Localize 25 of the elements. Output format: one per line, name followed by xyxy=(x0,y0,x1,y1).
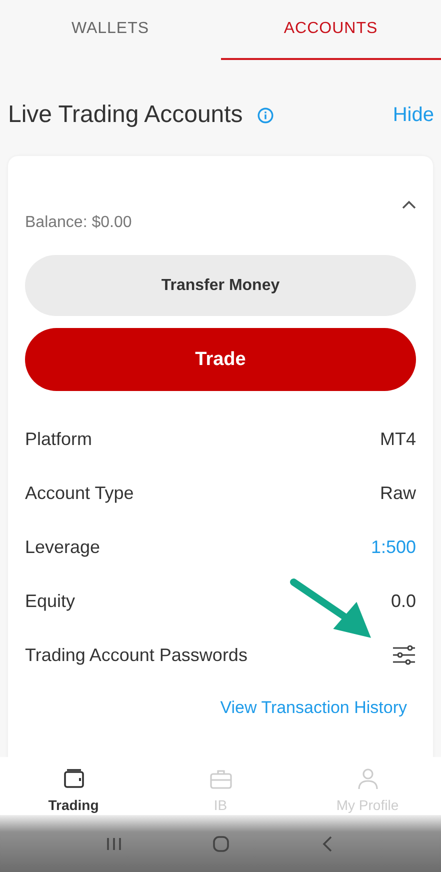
tab[interactable]: WALLETS xyxy=(0,0,220,60)
row-value: 0.0 xyxy=(390,590,416,612)
info-icon[interactable] xyxy=(256,106,274,124)
balance-text: Balance: $0.00 xyxy=(25,214,132,233)
hide-link[interactable]: Hide xyxy=(392,104,434,126)
wallet-icon[interactable] xyxy=(62,767,86,791)
transaction-history-link[interactable]: View Transaction History xyxy=(220,698,407,718)
nav-label[interactable]: Trading xyxy=(48,797,99,813)
sliders-icon[interactable] xyxy=(392,645,416,665)
trade-button[interactable]: Trade xyxy=(25,328,416,391)
home-icon[interactable] xyxy=(210,836,230,852)
tab[interactable]: ACCOUNTS xyxy=(220,0,441,60)
row-label: Account Type xyxy=(25,482,134,504)
section-title: Live Trading Accounts xyxy=(8,101,243,129)
row-value: Raw xyxy=(380,482,416,504)
row-value: MT4 xyxy=(380,428,416,450)
row-label: Leverage xyxy=(25,536,100,558)
row-label: Platform xyxy=(25,428,92,450)
row-label: Trading Account Passwords xyxy=(25,644,248,666)
transfer-button[interactable]: Transfer Money xyxy=(25,255,416,316)
chevron-icon[interactable] xyxy=(402,200,416,209)
person-icon[interactable] xyxy=(356,767,380,791)
leverage-link[interactable]: 1:500 xyxy=(370,536,416,558)
row-label: Equity xyxy=(25,590,76,612)
briefcase-icon[interactable] xyxy=(208,767,232,791)
